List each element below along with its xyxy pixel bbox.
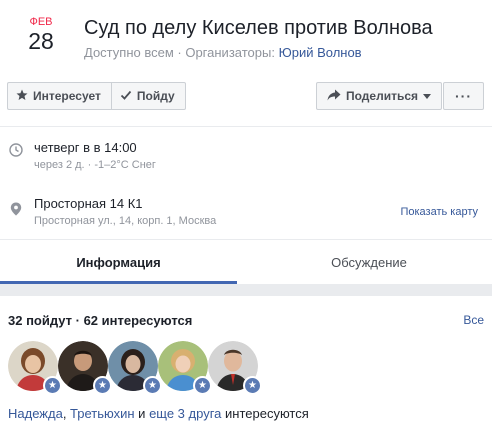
time-weather: через 2 д. · -1–2°C Снег bbox=[34, 159, 156, 171]
divider bbox=[0, 126, 492, 127]
friend-link[interactable]: Надежда bbox=[8, 406, 63, 421]
event-title: Суд по делу Киселев против Волнова bbox=[84, 17, 433, 39]
interested-button[interactable]: Интересует bbox=[7, 82, 111, 110]
privacy-label: Доступно всем bbox=[84, 45, 174, 60]
more-options-button[interactable]: ··· bbox=[443, 82, 484, 110]
going-label: Пойду bbox=[136, 89, 175, 103]
more-dots-icon: ··· bbox=[455, 88, 472, 104]
conjunction: и bbox=[134, 406, 150, 421]
comma: , bbox=[62, 406, 71, 421]
share-button[interactable]: Поделиться bbox=[316, 82, 442, 110]
avatar[interactable]: ★ bbox=[58, 341, 112, 395]
caret-down-icon bbox=[423, 89, 432, 103]
share-label: Поделиться bbox=[346, 89, 419, 103]
star-icon: ★ bbox=[93, 376, 112, 395]
event-header: ФЕВ 28 Суд по делу Киселев против Волнов… bbox=[0, 0, 492, 78]
friend-link[interactable]: Третьюхин bbox=[70, 406, 135, 421]
interested-label: Интересует bbox=[33, 89, 101, 103]
event-tabs: Информация Обсуждение bbox=[0, 240, 492, 284]
attendance-summary[interactable]: 32 пойдут · 62 интересуются bbox=[8, 313, 192, 328]
attendance-section: 32 пойдут · 62 интересуются Все ★ ★ ★ ★ … bbox=[0, 296, 492, 439]
star-icon: ★ bbox=[143, 376, 162, 395]
section-separator bbox=[0, 284, 492, 296]
place-name[interactable]: Просторная 14 К1 bbox=[34, 196, 143, 211]
avatar[interactable]: ★ bbox=[8, 341, 62, 395]
rsvp-buttons: Интересует Пойду bbox=[7, 82, 186, 110]
organizer-link[interactable]: Юрий Волнов bbox=[279, 45, 362, 60]
tab-discussion[interactable]: Обсуждение bbox=[246, 240, 492, 284]
avatar[interactable]: ★ bbox=[208, 341, 262, 395]
other-friends-link[interactable]: еще 3 друга bbox=[149, 406, 221, 421]
place-address: Просторная ул., 14, корп. 1, Москва bbox=[34, 215, 217, 227]
avatar[interactable]: ★ bbox=[158, 341, 212, 395]
friends-interested: Надежда, Третьюхин и еще 3 друга интерес… bbox=[8, 406, 309, 421]
check-icon bbox=[120, 89, 132, 104]
pin-icon bbox=[10, 202, 22, 219]
show-map-link[interactable]: Показать карту bbox=[400, 206, 478, 218]
separator: · bbox=[173, 45, 186, 60]
tab-information[interactable]: Информация bbox=[0, 240, 237, 284]
share-arrow-icon bbox=[327, 89, 341, 104]
event-month: ФЕВ bbox=[29, 16, 53, 28]
star-icon: ★ bbox=[243, 376, 262, 395]
star-icon: ★ bbox=[43, 376, 62, 395]
star-icon: ★ bbox=[193, 376, 212, 395]
going-button[interactable]: Пойду bbox=[110, 82, 186, 110]
event-day: 28 bbox=[28, 28, 54, 54]
event-date: ФЕВ 28 bbox=[24, 16, 58, 54]
organizers-label: Организаторы: bbox=[185, 45, 275, 60]
event-subtitle: Доступно всем · Организаторы: Юрий Волно… bbox=[84, 45, 362, 60]
see-all-link[interactable]: Все bbox=[463, 313, 484, 327]
time-main: четверг в в 14:00 bbox=[34, 140, 137, 155]
clock-icon bbox=[9, 143, 23, 160]
interested-suffix: интересуются bbox=[221, 406, 309, 421]
time-row: четверг в в 14:00 через 2 д. · -1–2°C Сн… bbox=[0, 140, 492, 180]
star-icon bbox=[16, 89, 28, 104]
avatar[interactable]: ★ bbox=[108, 341, 162, 395]
place-row: Просторная 14 К1 Просторная ул., 14, кор… bbox=[0, 196, 492, 232]
